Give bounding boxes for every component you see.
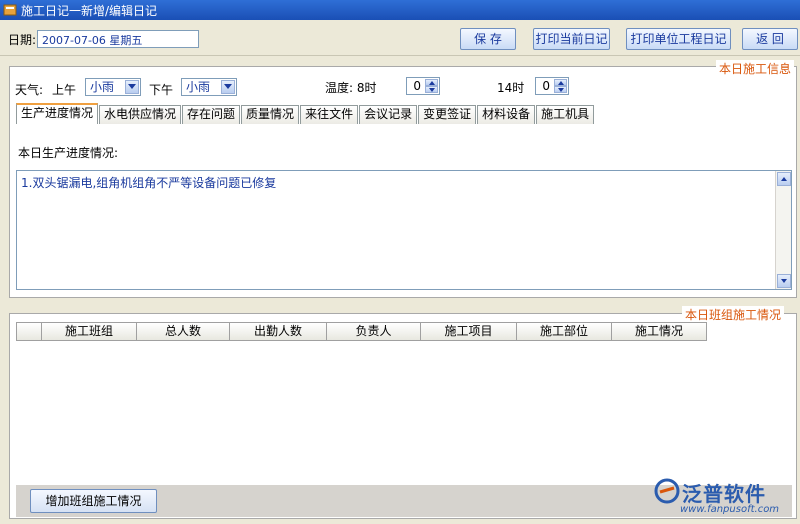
tab-meetings[interactable]: 会议记录 [359, 105, 418, 124]
app-icon [3, 3, 17, 17]
pm-weather-value: 小雨 [186, 80, 211, 94]
brand-watermark: 泛普软件 www.fanpusoft.com [654, 478, 794, 518]
temp-14-label: 14时 [497, 81, 525, 95]
vertical-scrollbar[interactable] [775, 171, 791, 289]
weather-label: 天气: [15, 83, 44, 97]
pm-weather-select[interactable]: 小雨 [181, 78, 237, 96]
column-header[interactable]: 施工班组 [42, 322, 137, 341]
spin-up-icon[interactable] [554, 79, 567, 86]
title-bar: 施工日记一新增/编辑日记 [0, 0, 800, 20]
save-button[interactable]: 保 存 [460, 28, 516, 50]
toolbar: 日期: 2007-07-06 星期五 保 存 打印当前日记 打印单位工程日记 返… [0, 20, 800, 56]
tab-machinery[interactable]: 施工机具 [536, 105, 595, 124]
column-header[interactable]: 施工项目 [421, 322, 517, 341]
column-header[interactable]: 总人数 [137, 322, 230, 341]
pm-label: 下午 [149, 83, 174, 97]
daily-info-legend: 本日施工信息 [715, 60, 794, 77]
spin-down-icon[interactable] [425, 86, 438, 93]
progress-text: 1.双头锯漏电,组角机组角不严等设备问题已修复 [21, 176, 277, 190]
print-project-button[interactable]: 打印单位工程日记 [626, 28, 731, 50]
tab-documents[interactable]: 来往文件 [300, 105, 359, 124]
date-field[interactable]: 2007-07-06 星期五 [37, 30, 199, 48]
back-button[interactable]: 返 回 [742, 28, 798, 50]
tab-water-power[interactable]: 水电供应情况 [99, 105, 182, 124]
add-team-button[interactable]: 增加班组施工情况 [30, 489, 157, 513]
team-info-legend: 本日班组施工情况 [681, 306, 784, 323]
tab-issues[interactable]: 存在问题 [182, 105, 241, 124]
print-current-button[interactable]: 打印当前日记 [533, 28, 610, 50]
tab-change-visa[interactable]: 变更签证 [418, 105, 477, 124]
temp-8-stepper[interactable]: 0 [406, 77, 440, 95]
column-header[interactable]: 出勤人数 [230, 322, 327, 341]
am-weather-value: 小雨 [90, 80, 115, 94]
am-label: 上午 [52, 83, 77, 97]
temp-14-value: 0 [542, 79, 550, 93]
tab-materials[interactable]: 材料设备 [477, 105, 536, 124]
window-title: 施工日记一新增/编辑日记 [21, 3, 158, 18]
temp-8-value: 0 [413, 79, 421, 93]
team-grid-header: 施工班组 总人数 出勤人数 负责人 施工项目 施工部位 施工情况 [16, 322, 707, 341]
brand-logo-icon [654, 478, 680, 504]
spin-up-icon[interactable] [425, 79, 438, 86]
scroll-down-icon[interactable] [777, 274, 791, 288]
brand-name: 泛普软件 [682, 482, 766, 506]
column-header[interactable]: 施工部位 [517, 322, 612, 341]
scroll-up-icon[interactable] [777, 172, 791, 186]
content-label: 本日生产进度情况: [18, 146, 119, 160]
tab-quality[interactable]: 质量情况 [241, 105, 300, 124]
temp-14-stepper[interactable]: 0 [535, 77, 569, 95]
tab-production-progress[interactable]: 生产进度情况 [16, 103, 99, 124]
column-header[interactable]: 负责人 [327, 322, 421, 341]
spin-down-icon[interactable] [554, 86, 567, 93]
tab-strip: 生产进度情况 水电供应情况 存在问题 质量情况 来往文件 会议记录 变更签证 材… [16, 103, 595, 124]
chevron-down-icon[interactable] [221, 80, 235, 94]
temperature-label: 温度: 8时 [325, 81, 377, 95]
date-label: 日期: [8, 33, 37, 47]
am-weather-select[interactable]: 小雨 [85, 78, 141, 96]
brand-url: www.fanpusoft.com [680, 504, 780, 515]
column-header[interactable]: 施工情况 [612, 322, 707, 341]
row-selector-header [16, 322, 42, 341]
chevron-down-icon[interactable] [125, 80, 139, 94]
progress-textarea[interactable]: 1.双头锯漏电,组角机组角不严等设备问题已修复 [16, 170, 792, 290]
